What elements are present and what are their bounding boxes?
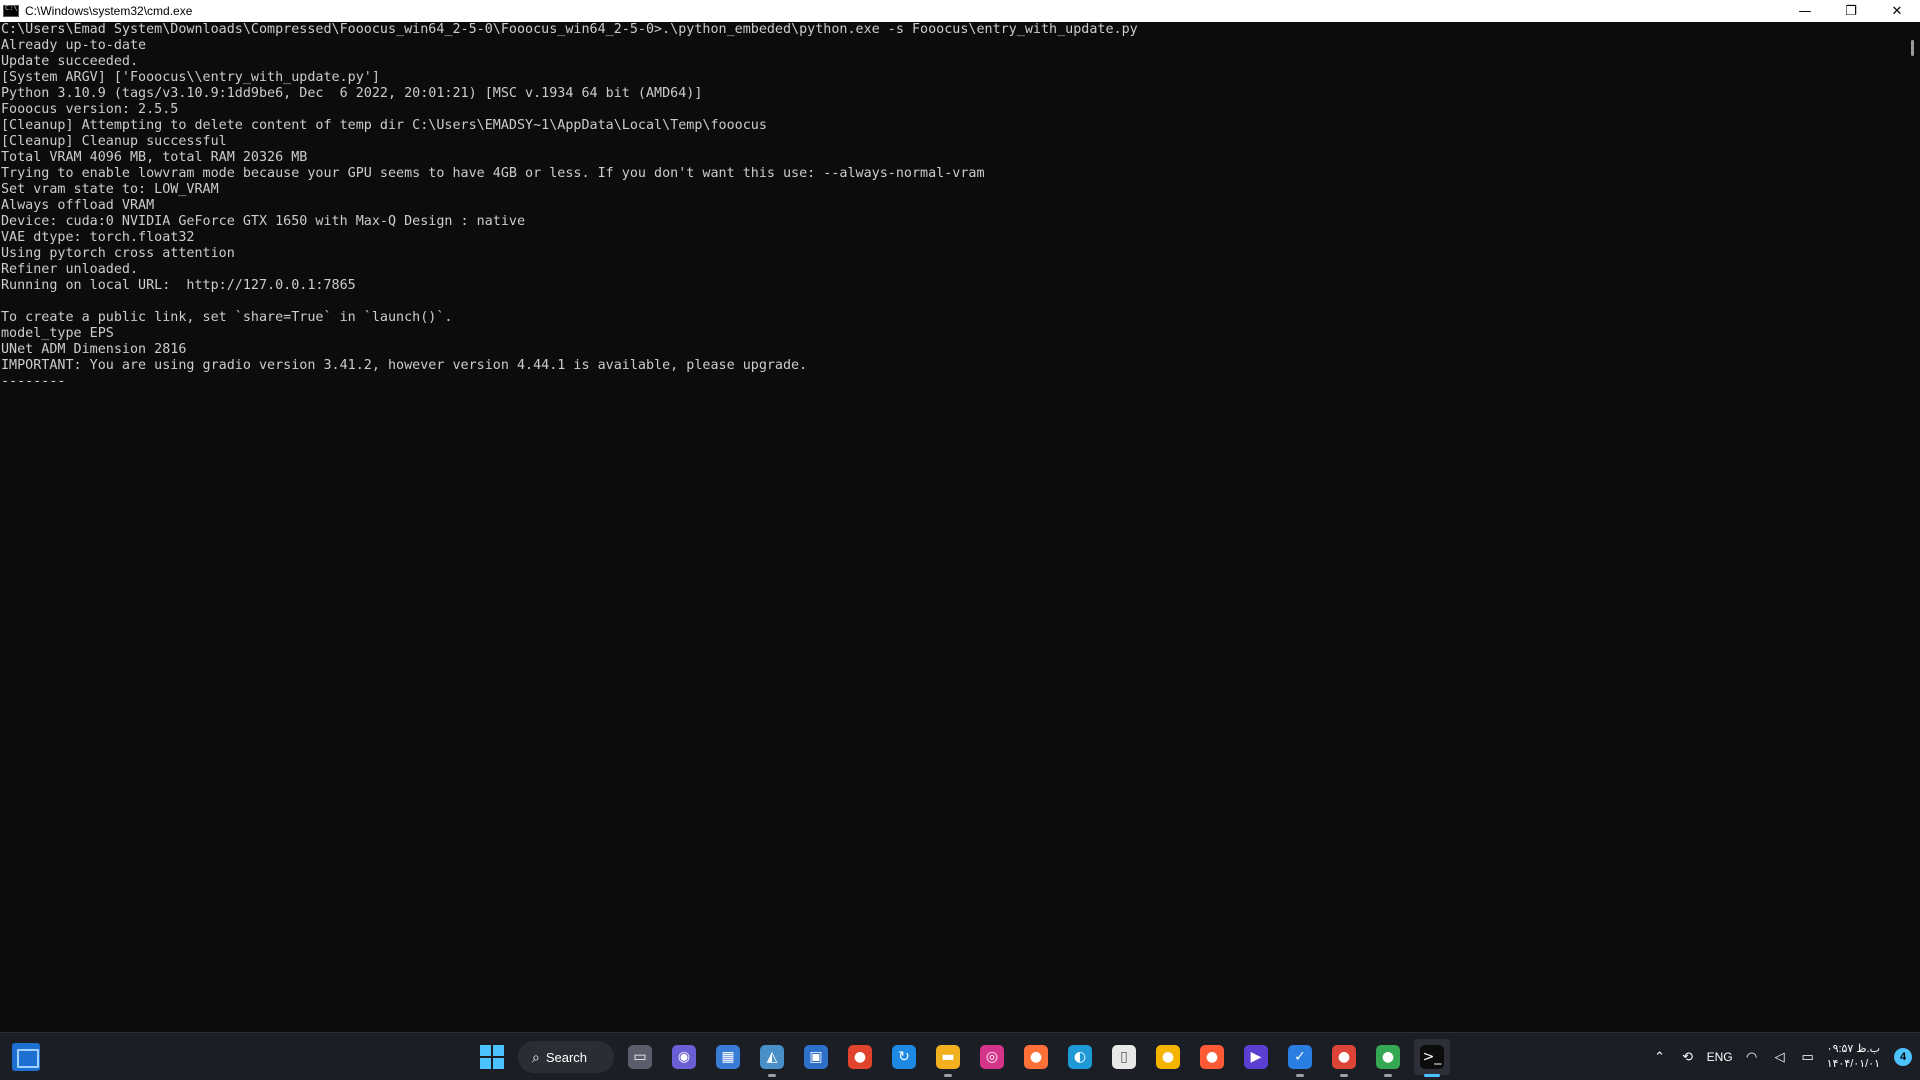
- taskbar-app-instagram[interactable]: ◎: [974, 1039, 1010, 1075]
- search-icon: ⌕: [532, 1048, 540, 1065]
- clock-date: ۱۴۰۴/۰۱/۰۱: [1826, 1058, 1880, 1070]
- chrome-canary-icon: ●: [1376, 1045, 1400, 1069]
- teams-chat-icon: ◉: [672, 1045, 696, 1069]
- start-button[interactable]: [474, 1039, 510, 1075]
- clock-time: ۰۹:۵۷ ب.ظ: [1826, 1043, 1880, 1055]
- chrome-alt-icon: ●: [1156, 1045, 1180, 1069]
- chrome-dev-icon: ●: [1332, 1045, 1356, 1069]
- running-indicator: [944, 1074, 952, 1077]
- widgets-icon[interactable]: [12, 1043, 40, 1071]
- window-title: C:\Windows\system32\cmd.exe: [25, 4, 193, 18]
- taskbar-app-firefox[interactable]: ●: [1018, 1039, 1054, 1075]
- running-indicator: [1296, 1074, 1304, 1077]
- taskbar-app-firefox-alt[interactable]: ●: [1194, 1039, 1230, 1075]
- taskbar-app-chrome[interactable]: ●: [842, 1039, 878, 1075]
- media-player-icon: ▶: [1244, 1045, 1268, 1069]
- instagram-icon: ◎: [980, 1045, 1004, 1069]
- running-indicator: [1424, 1074, 1440, 1077]
- system-tray: ⌃ ⟲ ENG ◠ ◁ ▭ ۰۹:۵۷ ب.ظ ۱۴۰۴/۰۱/۰۱ 4: [1651, 1039, 1912, 1075]
- window-title-bar[interactable]: C:\Windows\system32\cmd.exe — ❐ ✕: [0, 0, 1920, 22]
- console-text: C:\Users\Emad System\Downloads\Compresse…: [1, 22, 1138, 389]
- minimize-button[interactable]: —: [1782, 0, 1828, 22]
- battery-icon[interactable]: ▭: [1799, 1048, 1817, 1066]
- taskbar-app-terminal[interactable]: >_: [1414, 1039, 1450, 1077]
- taskbar-app-file-explorer[interactable]: ▬: [930, 1039, 966, 1077]
- taskbar-app-control-panel[interactable]: ▦: [710, 1039, 746, 1075]
- vpn-app-icon: ✓: [1288, 1045, 1312, 1069]
- language-indicator[interactable]: ENG: [1707, 1050, 1733, 1064]
- taskbar-search[interactable]: ⌕ Search: [518, 1041, 614, 1073]
- taskbar-app-task-view[interactable]: ▭: [622, 1039, 658, 1075]
- chrome-icon: ●: [848, 1045, 872, 1069]
- sync-tray-icon[interactable]: ⟲: [1679, 1048, 1697, 1066]
- task-view-icon: ▭: [628, 1045, 652, 1069]
- notepad-icon: ▯: [1112, 1045, 1136, 1069]
- taskbar-app-chrome-alt[interactable]: ●: [1150, 1039, 1186, 1075]
- wifi-icon[interactable]: ◠: [1743, 1048, 1761, 1066]
- restore-button[interactable]: ❐: [1828, 0, 1874, 22]
- taskbar-apps: ⌕ Search ▭ ◉ ▦ ◭ ▣ ● ↻ ▬ ◎ ● ◐ ▯ ● ● ▶ ✓ ● ● >_: [474, 1039, 1450, 1077]
- terminal-icon: >_: [1420, 1045, 1444, 1069]
- firefox-icon: ●: [1024, 1045, 1048, 1069]
- taskbar: ⌕ Search ▭ ◉ ▦ ◭ ▣ ● ↻ ▬ ◎ ● ◐ ▯ ● ● ▶ ✓ ● ● >_ ⌃ ⟲ ENG ◠ …: [0, 1032, 1920, 1080]
- taskbar-app-chrome-dev[interactable]: ●: [1326, 1039, 1362, 1077]
- windows-logo-icon: [480, 1045, 504, 1069]
- notification-badge[interactable]: 4: [1894, 1048, 1912, 1066]
- taskbar-app-notepad[interactable]: ▯: [1106, 1039, 1142, 1075]
- taskbar-app-vpn-app[interactable]: ✓: [1282, 1039, 1318, 1077]
- taskbar-app-chrome-canary[interactable]: ●: [1370, 1039, 1406, 1077]
- volume-icon[interactable]: ◁: [1771, 1048, 1789, 1066]
- console-output[interactable]: C:\Users\Emad System\Downloads\Compresse…: [0, 22, 1906, 1032]
- taskbar-app-task-manager[interactable]: ◭: [754, 1039, 790, 1077]
- store-icon: ▣: [804, 1045, 828, 1069]
- taskbar-app-sync-app[interactable]: ↻: [886, 1039, 922, 1075]
- scrollbar-thumb[interactable]: [1911, 40, 1914, 56]
- task-manager-icon: ◭: [760, 1045, 784, 1069]
- taskbar-app-teams-chat[interactable]: ◉: [666, 1039, 702, 1075]
- search-label: Search: [545, 1049, 588, 1065]
- firefox-alt-icon: ●: [1200, 1045, 1224, 1069]
- edge-icon: ◐: [1068, 1045, 1092, 1069]
- cmd-app-icon: [3, 4, 19, 17]
- taskbar-app-store[interactable]: ▣: [798, 1039, 834, 1075]
- sync-app-icon: ↻: [892, 1045, 916, 1069]
- chevron-up-icon[interactable]: ⌃: [1651, 1048, 1669, 1066]
- clock[interactable]: ۰۹:۵۷ ب.ظ ۱۴۰۴/۰۱/۰۱: [1827, 1042, 1884, 1072]
- close-button[interactable]: ✕: [1874, 0, 1920, 22]
- console-scrollbar[interactable]: [1906, 22, 1920, 1032]
- running-indicator: [1384, 1074, 1392, 1077]
- taskbar-app-edge[interactable]: ◐: [1062, 1039, 1098, 1075]
- running-indicator: [768, 1074, 776, 1077]
- control-panel-icon: ▦: [716, 1045, 740, 1069]
- file-explorer-icon: ▬: [936, 1045, 960, 1069]
- window-controls: — ❐ ✕: [1782, 0, 1920, 22]
- taskbar-app-media-player[interactable]: ▶: [1238, 1039, 1274, 1075]
- running-indicator: [1340, 1074, 1348, 1077]
